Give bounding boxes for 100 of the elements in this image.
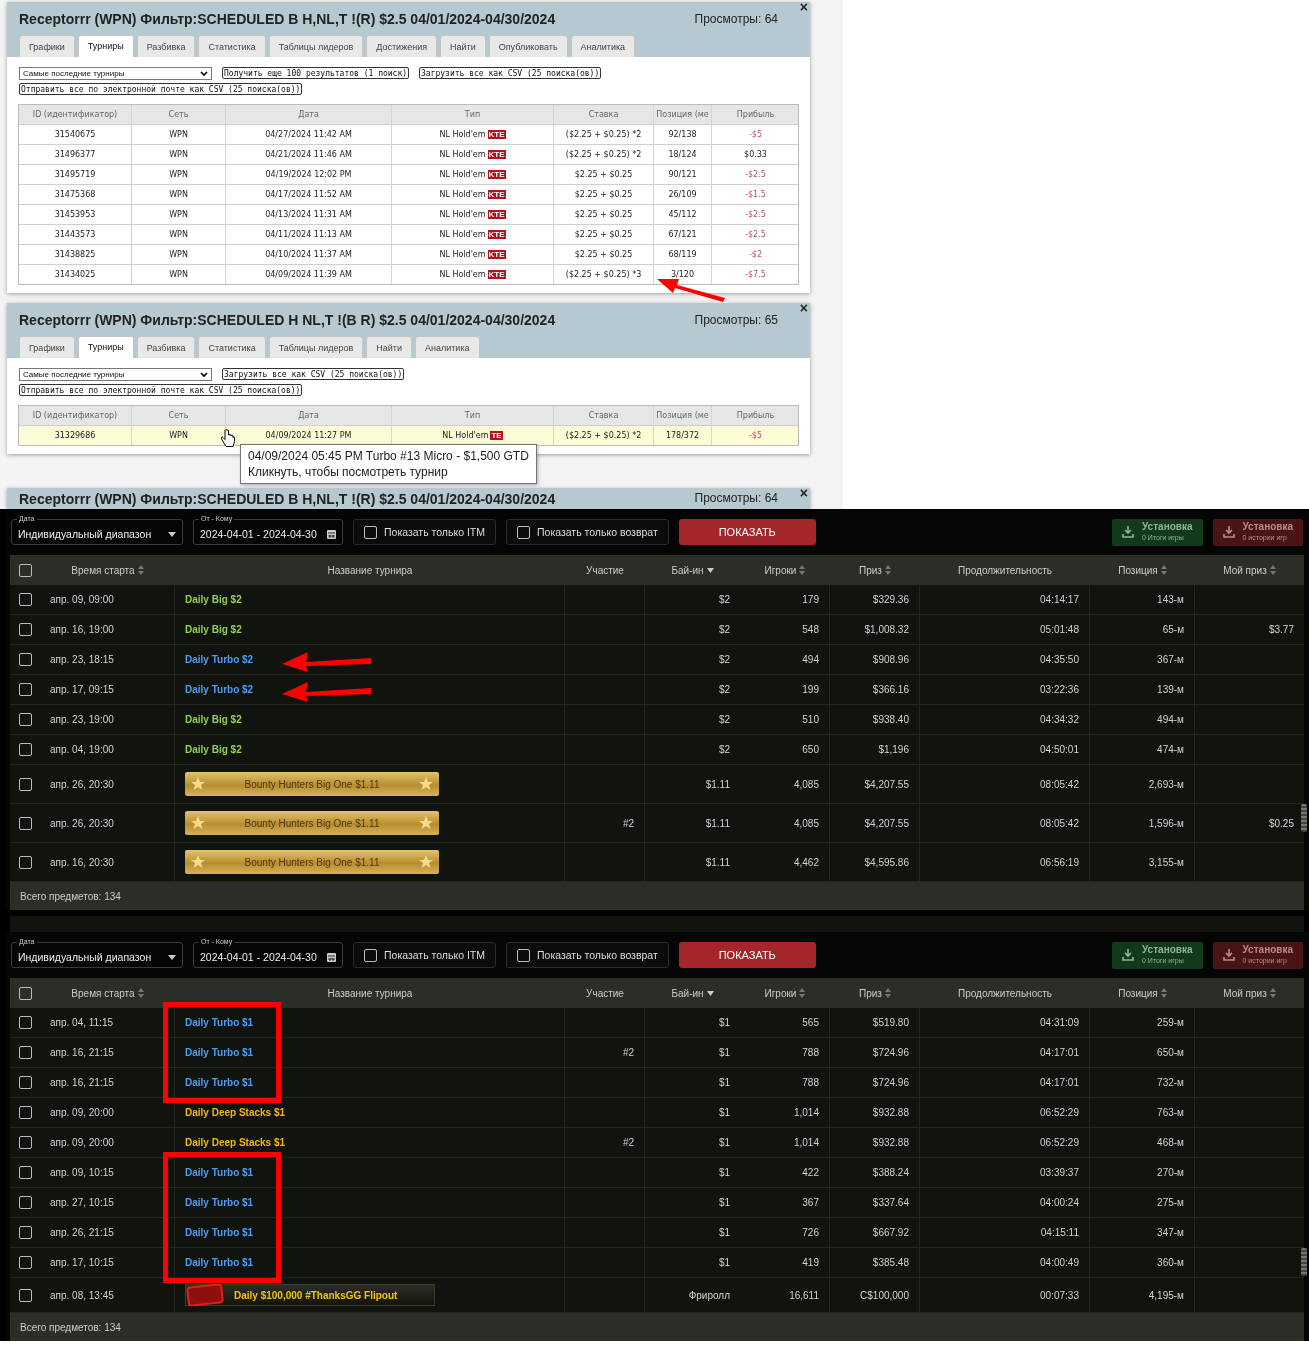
tournament-link[interactable]: Daily Turbo $1 — [185, 1167, 254, 1178]
tab[interactable]: Турниры — [77, 336, 134, 358]
highlighted-row[interactable]: 31329686 WPN 04/09/2024 11:27 PM NL Hold'em TE ($2.25 + $0.25) *2 178/372 -$5 — [19, 425, 798, 445]
table-cell: 4,462 — [740, 843, 830, 881]
table-cell: 04/09/2024 11:39 AM — [225, 265, 391, 284]
row-checkbox[interactable] — [18, 1256, 32, 1269]
scrollbar-thumb[interactable] — [1301, 804, 1307, 832]
close-button[interactable]: × — [799, 0, 808, 14]
close-button[interactable]: × — [799, 486, 808, 500]
row-checkbox[interactable] — [18, 713, 32, 726]
tab[interactable]: Статистика — [198, 336, 266, 358]
filter-checkbox[interactable]: Показать только ITM — [353, 519, 496, 545]
close-button[interactable]: × — [799, 301, 808, 315]
tab[interactable]: Таблицы лидеров — [268, 336, 364, 358]
action-button[interactable]: Загрузить все как CSV (25 поиска(ов)) — [419, 67, 602, 79]
tournament-link[interactable]: Daily Big $2 — [185, 714, 242, 725]
tournament-link[interactable]: Daily Big $2 — [185, 744, 242, 755]
row-checkbox[interactable] — [18, 683, 32, 696]
row-checkbox[interactable] — [18, 816, 32, 830]
tab[interactable]: Аналитика — [414, 336, 480, 358]
table-cell: 1,014 — [740, 1128, 830, 1157]
column-header[interactable]: Бай-ин — [645, 564, 740, 576]
filter-checkbox[interactable]: Показать только ITM — [353, 942, 496, 968]
tournament-link[interactable]: Daily Turbo $2 — [185, 654, 254, 665]
tournament-banner[interactable]: Daily $100,000 #ThanksGG Flipout — [185, 1284, 435, 1306]
column-header[interactable]: Мой приз — [1195, 564, 1304, 576]
column-header[interactable]: Позиция — [1090, 987, 1195, 999]
row-checkbox[interactable] — [18, 1016, 32, 1029]
tab[interactable]: Опубликовать — [488, 35, 568, 57]
action-button[interactable]: Получить еще 100 результатов (1 поиск) — [222, 67, 410, 79]
scrollbar-thumb[interactable] — [1301, 1248, 1307, 1276]
tournament-link[interactable]: Daily Turbo $1 — [185, 1257, 254, 1268]
select-all-checkbox[interactable] — [18, 563, 32, 577]
column-header[interactable]: Игроки — [740, 987, 830, 999]
tab[interactable]: Таблицы лидеров — [268, 35, 364, 57]
checkbox[interactable] — [364, 525, 377, 539]
row-checkbox[interactable] — [18, 1288, 32, 1302]
row-checkbox[interactable] — [18, 1076, 32, 1089]
action-button[interactable]: Отправить все по электронной почте как CSV (25 поиска(ов)) — [19, 83, 303, 95]
tab[interactable]: Турниры — [77, 35, 134, 57]
row-checkbox[interactable] — [18, 777, 32, 791]
tournament-link[interactable]: Daily Big $2 — [185, 594, 242, 605]
tournament-link[interactable]: Daily Turbo $1 — [185, 1197, 254, 1208]
download-icon — [1122, 526, 1135, 538]
table-cell: NL Hold'em — [439, 270, 486, 279]
row-checkbox[interactable] — [18, 1166, 32, 1179]
action-button[interactable]: Загрузить все как CSV (25 поиска(ов)) — [222, 368, 405, 380]
row-checkbox[interactable] — [18, 1136, 32, 1149]
tournament-link[interactable]: Daily Deep Stacks $1 — [185, 1137, 286, 1148]
table-cell: апр. 26, 21:15 — [40, 1218, 175, 1247]
show-button[interactable]: ПОКАЗАТЬ — [678, 942, 816, 968]
row-checkbox[interactable] — [18, 855, 32, 869]
show-button[interactable]: ПОКАЗАТЬ — [678, 519, 816, 545]
tab[interactable]: Аналитика — [570, 35, 636, 57]
column-header[interactable]: Приз — [830, 564, 920, 576]
dropdown[interactable]: Самые последние турниры — [19, 368, 212, 381]
checkbox[interactable] — [517, 948, 530, 962]
tournament-link[interactable]: Daily Turbo $1 — [185, 1077, 254, 1088]
tab[interactable]: Разбивка — [136, 35, 196, 57]
tournament-link[interactable]: Daily Turbo $1 — [185, 1017, 254, 1028]
row-checkbox[interactable] — [18, 1226, 32, 1239]
action-button[interactable]: Отправить все по электронной почте как CSV (25 поиска(ов)) — [19, 384, 303, 396]
row-checkbox[interactable] — [18, 623, 32, 636]
tab[interactable]: Графики — [19, 35, 75, 57]
table-cell-text: 31453953 — [53, 209, 97, 221]
column-header[interactable]: Позиция — [1090, 564, 1195, 576]
tournament-link[interactable]: Daily Deep Stacks $1 — [185, 1107, 286, 1118]
tab[interactable]: Графики — [19, 336, 75, 358]
dropdown[interactable]: Самые последние турниры — [19, 67, 212, 80]
filter-checkbox[interactable]: Показать только возврат — [506, 942, 669, 968]
select-all-checkbox[interactable] — [18, 986, 32, 1000]
column-header[interactable]: Бай-ин — [645, 987, 740, 999]
table-cell: NL Hold'em — [439, 130, 486, 139]
checkbox[interactable] — [517, 525, 530, 539]
column-header[interactable]: Мой приз — [1195, 987, 1304, 999]
tab[interactable]: Найти — [440, 35, 486, 57]
tournament-banner[interactable]: Bounty Hunters Big One $1.11 — [185, 772, 439, 796]
column-header[interactable]: Приз — [830, 987, 920, 999]
filter-checkbox[interactable]: Показать только возврат — [506, 519, 669, 545]
row-checkbox[interactable] — [18, 1106, 32, 1119]
row-checkbox[interactable] — [18, 743, 32, 756]
tournament-banner[interactable]: Bounty Hunters Big One $1.11 — [185, 811, 439, 835]
column-header[interactable]: Игроки — [740, 564, 830, 576]
tab[interactable]: Достижения — [366, 35, 438, 57]
checkbox[interactable] — [364, 948, 377, 962]
row-checkbox[interactable] — [18, 1046, 32, 1059]
tournament-link[interactable]: Daily Turbo $1 — [185, 1047, 254, 1058]
table-cell-text: $3.77 — [1267, 623, 1295, 637]
tab[interactable]: Статистика — [198, 35, 266, 57]
tournament-link[interactable]: Daily Turbo $1 — [185, 1227, 254, 1238]
row-checkbox[interactable] — [18, 593, 32, 606]
tournament-link[interactable]: Daily Big $2 — [185, 624, 242, 635]
column-header[interactable]: Время старта — [40, 564, 175, 576]
row-checkbox[interactable] — [18, 1196, 32, 1209]
row-checkbox[interactable] — [18, 653, 32, 666]
tournament-link[interactable]: Daily Turbo $2 — [185, 684, 254, 695]
tab[interactable]: Найти — [366, 336, 412, 358]
tournament-banner[interactable]: Bounty Hunters Big One $1.11 — [185, 850, 439, 874]
column-header[interactable]: Время старта — [40, 987, 175, 999]
tab[interactable]: Разбивка — [136, 336, 196, 358]
